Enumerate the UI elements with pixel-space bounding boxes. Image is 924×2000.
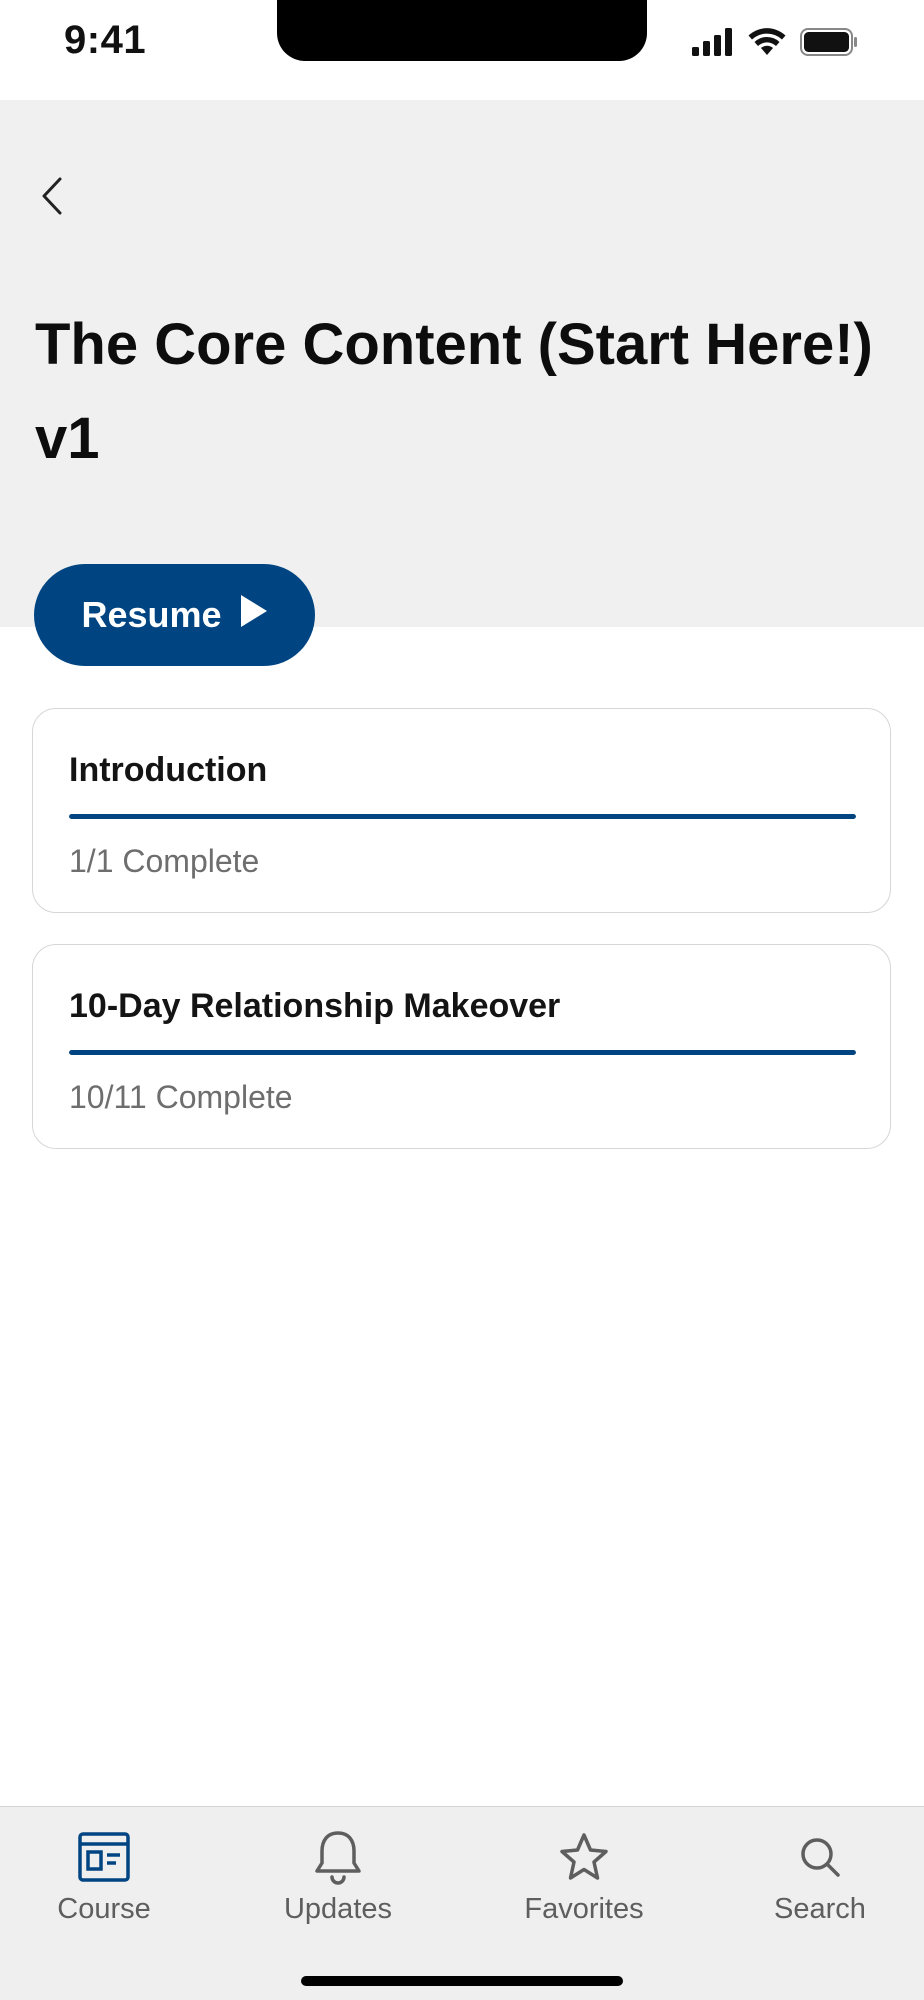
tab-label: Course: [57, 1893, 151, 1925]
section-progress-fill: [69, 1050, 856, 1055]
search-icon: [790, 1827, 850, 1887]
tab-updates[interactable]: Updates: [248, 1827, 428, 1947]
section-title: 10-Day Relationship Makeover: [69, 987, 561, 1025]
section-card-relationship-makeover[interactable]: 10-Day Relationship Makeover 10/11 Compl…: [32, 944, 891, 1149]
tab-favorites[interactable]: Favorites: [494, 1827, 674, 1947]
star-icon: [554, 1827, 614, 1887]
tab-label: Search: [774, 1893, 866, 1925]
course-icon: [74, 1827, 134, 1887]
course-screen: 9:41 The Core Content (Start Here!) v1 R…: [0, 0, 924, 2000]
home-indicator: [301, 1976, 623, 1986]
section-progress-bar: [69, 814, 856, 819]
bell-icon: [308, 1827, 368, 1887]
wifi-icon: [748, 28, 786, 61]
section-status: 10/11 Complete: [69, 1079, 293, 1115]
chevron-left-icon: [41, 177, 63, 220]
status-time: 9:41: [64, 18, 147, 62]
status-icons: [692, 28, 858, 61]
page-title: The Core Content (Start Here!) v1: [35, 312, 873, 471]
tab-course[interactable]: Course: [14, 1827, 194, 1947]
section-progress-bar: [69, 1050, 856, 1055]
bottom-tab-bar: Course Updates Favorites Search: [0, 1806, 924, 2000]
status-bar: 9:41: [0, 0, 924, 100]
resume-button[interactable]: Resume: [34, 564, 315, 666]
back-button[interactable]: [34, 174, 70, 222]
section-card-introduction[interactable]: Introduction 1/1 Complete: [32, 708, 891, 913]
play-icon: [240, 594, 268, 637]
section-status: 1/1 Complete: [69, 843, 260, 879]
resume-button-label: Resume: [81, 594, 222, 635]
cellular-signal-icon: [692, 28, 734, 61]
section-progress-fill: [69, 814, 856, 819]
tab-search[interactable]: Search: [730, 1827, 910, 1947]
device-notch: [277, 0, 647, 61]
tab-label: Favorites: [524, 1893, 644, 1925]
section-title: Introduction: [69, 751, 268, 789]
battery-icon: [800, 28, 858, 61]
tab-label: Updates: [283, 1893, 392, 1925]
